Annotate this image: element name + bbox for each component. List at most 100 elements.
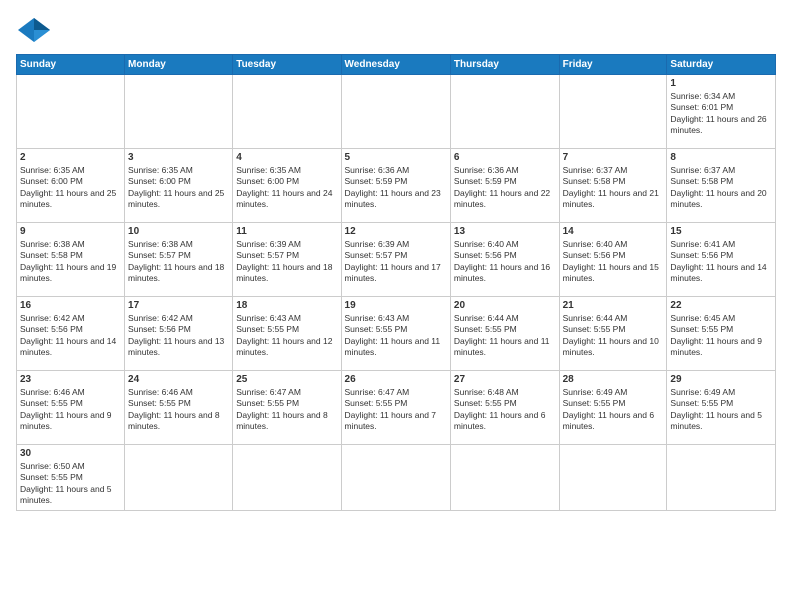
day-cell: 14Sunrise: 6:40 AMSunset: 5:56 PMDayligh… (559, 223, 667, 297)
day-info: Sunrise: 6:43 AMSunset: 5:55 PMDaylight:… (345, 313, 447, 359)
day-info: Sunrise: 6:47 AMSunset: 5:55 PMDaylight:… (236, 387, 337, 433)
col-header-wednesday: Wednesday (341, 55, 450, 75)
day-number: 19 (345, 300, 447, 311)
day-info: Sunrise: 6:44 AMSunset: 5:55 PMDaylight:… (454, 313, 556, 359)
col-header-thursday: Thursday (450, 55, 559, 75)
day-info: Sunrise: 6:39 AMSunset: 5:57 PMDaylight:… (236, 239, 337, 285)
day-cell (341, 445, 450, 511)
day-info: Sunrise: 6:41 AMSunset: 5:56 PMDaylight:… (670, 239, 772, 285)
day-cell: 7Sunrise: 6:37 AMSunset: 5:58 PMDaylight… (559, 149, 667, 223)
day-info: Sunrise: 6:46 AMSunset: 5:55 PMDaylight:… (20, 387, 121, 433)
day-number: 27 (454, 374, 556, 385)
day-info: Sunrise: 6:44 AMSunset: 5:55 PMDaylight:… (563, 313, 664, 359)
day-number: 10 (128, 226, 229, 237)
day-cell: 12Sunrise: 6:39 AMSunset: 5:57 PMDayligh… (341, 223, 450, 297)
day-cell: 13 Sunrise: 6:40 AMSunset: 5:56 PMDayligh… (450, 223, 559, 297)
day-cell: 18Sunrise: 6:43 AMSunset: 5:55 PMDayligh… (233, 297, 341, 371)
day-cell: 4Sunrise: 6:35 AMSunset: 6:00 PMDaylight… (233, 149, 341, 223)
day-info: Sunrise: 6:37 AMSunset: 5:58 PMDaylight:… (670, 165, 772, 211)
week-row-4: 16 Sunrise: 6:42 AMSunset: 5:56 PMDayligh… (17, 297, 776, 371)
logo (16, 16, 56, 44)
day-number: 26 (345, 374, 447, 385)
day-cell: 25 Sunrise: 6:47 AMSunset: 5:55 PMDayligh… (233, 371, 341, 445)
day-cell: 28 Sunrise: 6:49 AMSunset: 5:55 PMDayligh… (559, 371, 667, 445)
logo-icon (16, 16, 52, 44)
day-info: Sunrise: 6:49 AMSunset: 5:55 PMDaylight:… (670, 387, 772, 433)
day-cell: 29 Sunrise: 6:49 AMSunset: 5:55 PMDayligh… (667, 371, 776, 445)
day-info: Sunrise: 6:47 AMSunset: 5:55 PMDaylight:… (345, 387, 447, 433)
day-cell: 15 Sunrise: 6:41 AMSunset: 5:56 PMDayligh… (667, 223, 776, 297)
day-number: 24 (128, 374, 229, 385)
day-number: 2 (20, 152, 121, 163)
day-number: 14 (563, 226, 664, 237)
calendar-body: 1 Sunrise: 6:34 AMSunset: 6:01 PMDaylight… (17, 75, 776, 511)
day-number: 5 (345, 152, 447, 163)
day-info: Sunrise: 6:45 AMSunset: 5:55 PMDaylight:… (670, 313, 772, 359)
day-cell: 1 Sunrise: 6:34 AMSunset: 6:01 PMDaylight… (667, 75, 776, 149)
day-info: Sunrise: 6:50 AMSunset: 5:55 PMDaylight:… (20, 461, 121, 507)
day-number: 12 (345, 226, 447, 237)
week-row-5: 23 Sunrise: 6:46 AMSunset: 5:55 PMDayligh… (17, 371, 776, 445)
day-number: 6 (454, 152, 556, 163)
day-cell: 26 Sunrise: 6:47 AMSunset: 5:55 PMDayligh… (341, 371, 450, 445)
day-cell: 27 Sunrise: 6:48 AMSunset: 5:55 PMDayligh… (450, 371, 559, 445)
day-cell: 6 Sunrise: 6:36 AMSunset: 5:59 PMDaylight… (450, 149, 559, 223)
day-info: Sunrise: 6:35 AMSunset: 6:00 PMDaylight:… (236, 165, 337, 211)
day-cell: 8Sunrise: 6:37 AMSunset: 5:58 PMDaylight… (667, 149, 776, 223)
day-cell: 23 Sunrise: 6:46 AMSunset: 5:55 PMDayligh… (17, 371, 125, 445)
day-number: 21 (563, 300, 664, 311)
week-row-3: 9Sunrise: 6:38 AMSunset: 5:58 PMDaylight… (17, 223, 776, 297)
week-row-1: 1 Sunrise: 6:34 AMSunset: 6:01 PMDaylight… (17, 75, 776, 149)
col-header-sunday: Sunday (17, 55, 125, 75)
day-cell (450, 445, 559, 511)
day-number: 23 (20, 374, 121, 385)
calendar: SundayMondayTuesdayWednesdayThursdayFrid… (16, 54, 776, 511)
day-cell: 21 Sunrise: 6:44 AMSunset: 5:55 PMDayligh… (559, 297, 667, 371)
day-info: Sunrise: 6:49 AMSunset: 5:55 PMDaylight:… (563, 387, 664, 433)
day-info: Sunrise: 6:36 AMSunset: 5:59 PMDaylight:… (454, 165, 556, 211)
day-cell: 17 Sunrise: 6:42 AMSunset: 5:56 PMDayligh… (125, 297, 233, 371)
day-info: Sunrise: 6:36 AMSunset: 5:59 PMDaylight:… (345, 165, 447, 211)
day-number: 3 (128, 152, 229, 163)
col-header-friday: Friday (559, 55, 667, 75)
col-header-monday: Monday (125, 55, 233, 75)
day-cell (17, 75, 125, 149)
day-number: 16 (20, 300, 121, 311)
day-cell (125, 75, 233, 149)
day-info: Sunrise: 6:48 AMSunset: 5:55 PMDaylight:… (454, 387, 556, 433)
day-cell (125, 445, 233, 511)
day-info: Sunrise: 6:34 AMSunset: 6:01 PMDaylight:… (670, 91, 772, 137)
day-info: Sunrise: 6:35 AMSunset: 6:00 PMDaylight:… (128, 165, 229, 211)
col-header-tuesday: Tuesday (233, 55, 341, 75)
day-cell: 24Sunrise: 6:46 AMSunset: 5:55 PMDayligh… (125, 371, 233, 445)
calendar-header: SundayMondayTuesdayWednesdayThursdayFrid… (17, 55, 776, 75)
day-cell (667, 445, 776, 511)
day-number: 15 (670, 226, 772, 237)
day-number: 17 (128, 300, 229, 311)
day-number: 18 (236, 300, 337, 311)
day-info: Sunrise: 6:42 AMSunset: 5:56 PMDaylight:… (128, 313, 229, 359)
day-cell (233, 75, 341, 149)
day-info: Sunrise: 6:37 AMSunset: 5:58 PMDaylight:… (563, 165, 664, 211)
day-number: 1 (670, 78, 772, 89)
day-cell (233, 445, 341, 511)
day-number: 29 (670, 374, 772, 385)
header (16, 16, 776, 44)
header-row: SundayMondayTuesdayWednesdayThursdayFrid… (17, 55, 776, 75)
day-cell: 3 Sunrise: 6:35 AMSunset: 6:00 PMDaylight… (125, 149, 233, 223)
day-cell (559, 445, 667, 511)
day-cell: 16 Sunrise: 6:42 AMSunset: 5:56 PMDayligh… (17, 297, 125, 371)
day-number: 30 (20, 448, 121, 459)
day-cell: 19 Sunrise: 6:43 AMSunset: 5:55 PMDayligh… (341, 297, 450, 371)
day-number: 25 (236, 374, 337, 385)
day-number: 13 (454, 226, 556, 237)
day-cell: 2 Sunrise: 6:35 AMSunset: 6:00 PMDaylight… (17, 149, 125, 223)
day-info: Sunrise: 6:40 AMSunset: 5:56 PMDaylight:… (454, 239, 556, 285)
page: SundayMondayTuesdayWednesdayThursdayFrid… (0, 0, 792, 612)
day-cell (341, 75, 450, 149)
day-cell: 10Sunrise: 6:38 AMSunset: 5:57 PMDayligh… (125, 223, 233, 297)
day-number: 28 (563, 374, 664, 385)
day-info: Sunrise: 6:42 AMSunset: 5:56 PMDaylight:… (20, 313, 121, 359)
day-info: Sunrise: 6:35 AMSunset: 6:00 PMDaylight:… (20, 165, 121, 211)
week-row-2: 2 Sunrise: 6:35 AMSunset: 6:00 PMDaylight… (17, 149, 776, 223)
